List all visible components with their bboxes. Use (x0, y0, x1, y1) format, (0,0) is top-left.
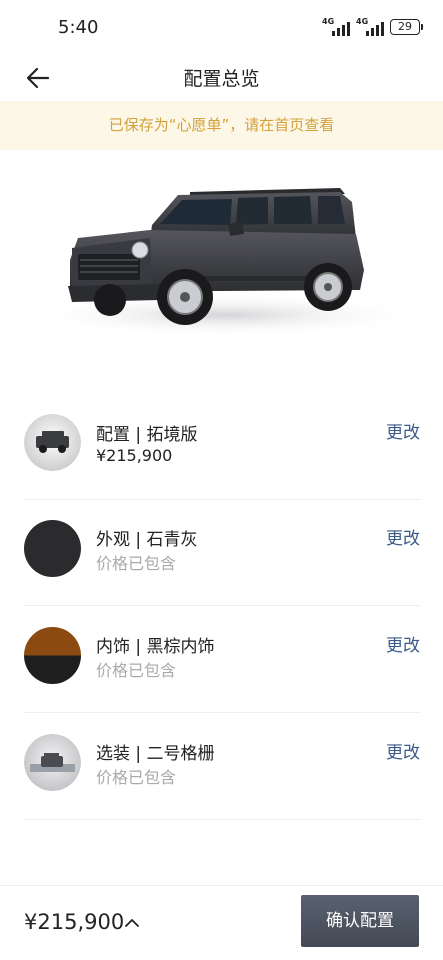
trim-thumbnail (24, 414, 81, 471)
total-price: ¥215,900 (24, 910, 125, 934)
status-indicators: 4G 4G 29 (322, 18, 423, 36)
change-button[interactable]: 更改 (386, 418, 420, 443)
item-subtitle: 价格已包含 (96, 554, 177, 573)
config-item-trim[interactable]: 配置 | 拓境版 ¥215,900 更改 (24, 394, 420, 500)
item-title: 外观 | 石青灰 (96, 530, 198, 550)
page-title: 配置总览 (183, 68, 260, 90)
item-subtitle: 价格已包含 (96, 768, 177, 787)
navigation-bar: 配置总览 (0, 56, 443, 100)
config-item-exterior[interactable]: 外观 | 石青灰 价格已包含 更改 (24, 500, 420, 606)
item-subtitle: 价格已包含 (96, 661, 177, 680)
bottom-bar: ¥215,900 确认配置 (0, 885, 443, 960)
confirm-config-button[interactable]: 确认配置 (301, 895, 419, 947)
chevron-up-icon[interactable] (123, 914, 141, 932)
option-thumbnail (24, 734, 81, 791)
status-time: 5:40 (58, 17, 99, 38)
config-item-option[interactable]: 选装 | 二号格栅 价格已包含 更改 (24, 714, 420, 820)
change-button[interactable]: 更改 (386, 738, 420, 763)
status-bar: 5:40 4G 4G 29 (0, 0, 443, 56)
item-price: ¥215,900 (96, 446, 173, 465)
change-button[interactable]: 更改 (386, 631, 420, 656)
exterior-color-swatch (24, 520, 81, 577)
interior-color-swatch (24, 627, 81, 684)
vehicle-image (0, 150, 443, 370)
change-button[interactable]: 更改 (386, 524, 420, 549)
config-item-interior[interactable]: 内饰 | 黑棕内饰 价格已包含 更改 (24, 607, 420, 713)
item-title: 配置 | 拓境版 (96, 425, 198, 445)
battery-level: 29 (390, 19, 420, 35)
item-title: 选装 | 二号格栅 (96, 744, 215, 764)
battery-icon: 29 (390, 19, 423, 35)
item-title: 内饰 | 黑棕内饰 (96, 637, 215, 657)
signal-icon: 4G (322, 18, 350, 36)
signal-icon: 4G (356, 18, 384, 36)
saved-notice: 已保存为“心愿单”，请在首页查看 (0, 101, 443, 150)
